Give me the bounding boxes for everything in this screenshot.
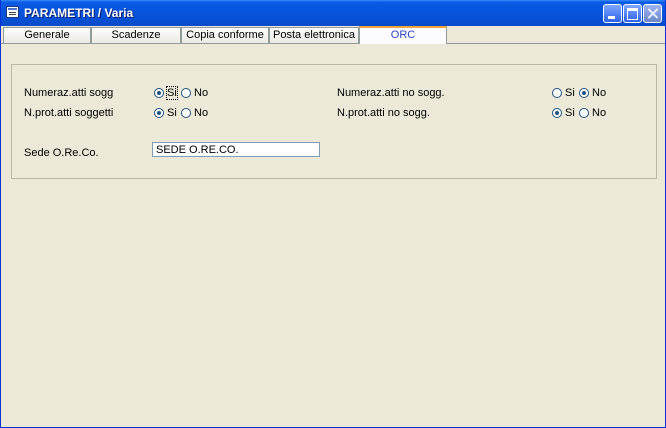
numeraz-atti-no-sogg-label: Numeraz.atti no sogg. [337, 87, 445, 99]
window-title: PARAMETRI / Varia [24, 6, 134, 20]
nprot-atti-soggetti-no-radio[interactable] [181, 108, 191, 118]
tab-generale[interactable]: Generale [3, 27, 91, 43]
numeraz-atti-sogg-label: Numeraz.atti sogg [24, 87, 114, 99]
close-button[interactable] [643, 4, 662, 23]
title-bar[interactable]: PARAMETRI / Varia [1, 0, 665, 26]
tab-posta-elettronica[interactable]: Posta elettronica [269, 27, 359, 43]
nprot-atti-soggetti-si-label[interactable]: Si [167, 107, 177, 119]
nprot-atti-no-sogg-label: N.prot.atti no sogg. [337, 107, 430, 119]
sede-oreco-label: Sede O.Re.Co. [24, 147, 99, 159]
numeraz-atti-no-sogg-no-label[interactable]: No [592, 87, 606, 99]
nprot-atti-no-sogg-no-radio[interactable] [579, 108, 589, 118]
numeraz-atti-sogg-si-label[interactable]: Si [166, 86, 178, 100]
maximize-button[interactable] [623, 4, 642, 23]
nprot-atti-soggetti-no-label[interactable]: No [194, 107, 208, 119]
tab-strip: Generale Scadenze Copia conforme Posta e… [1, 26, 665, 44]
tab-copia-conforme[interactable]: Copia conforme [181, 27, 269, 43]
nprot-atti-no-sogg-si-label[interactable]: Si [565, 107, 575, 119]
tab-scadenze[interactable]: Scadenze [91, 27, 181, 43]
orc-settings-group: Numeraz.atti sogg Si No N.prot.atti sogg… [11, 64, 657, 179]
app-form-icon [6, 6, 19, 18]
nprot-atti-soggetti-si-radio[interactable] [154, 108, 164, 118]
numeraz-atti-no-sogg-si-radio[interactable] [552, 88, 562, 98]
numeraz-atti-sogg-si-radio[interactable] [154, 88, 164, 98]
nprot-atti-soggetti-label: N.prot.atti soggetti [24, 107, 114, 119]
tab-page-border [1, 43, 665, 44]
numeraz-atti-no-sogg-si-label[interactable]: Si [565, 87, 575, 99]
nprot-atti-no-sogg-si-radio[interactable] [552, 108, 562, 118]
nprot-atti-no-sogg-no-label[interactable]: No [592, 107, 606, 119]
numeraz-atti-sogg-no-radio[interactable] [181, 88, 191, 98]
numeraz-atti-no-sogg-no-radio[interactable] [579, 88, 589, 98]
numeraz-atti-sogg-no-label[interactable]: No [194, 87, 208, 99]
parametri-window: PARAMETRI / Varia Generale Scadenze Copi… [0, 0, 666, 428]
minimize-button[interactable] [603, 4, 622, 23]
sede-oreco-input[interactable] [152, 142, 320, 157]
tab-orc[interactable]: ORC [359, 26, 447, 44]
